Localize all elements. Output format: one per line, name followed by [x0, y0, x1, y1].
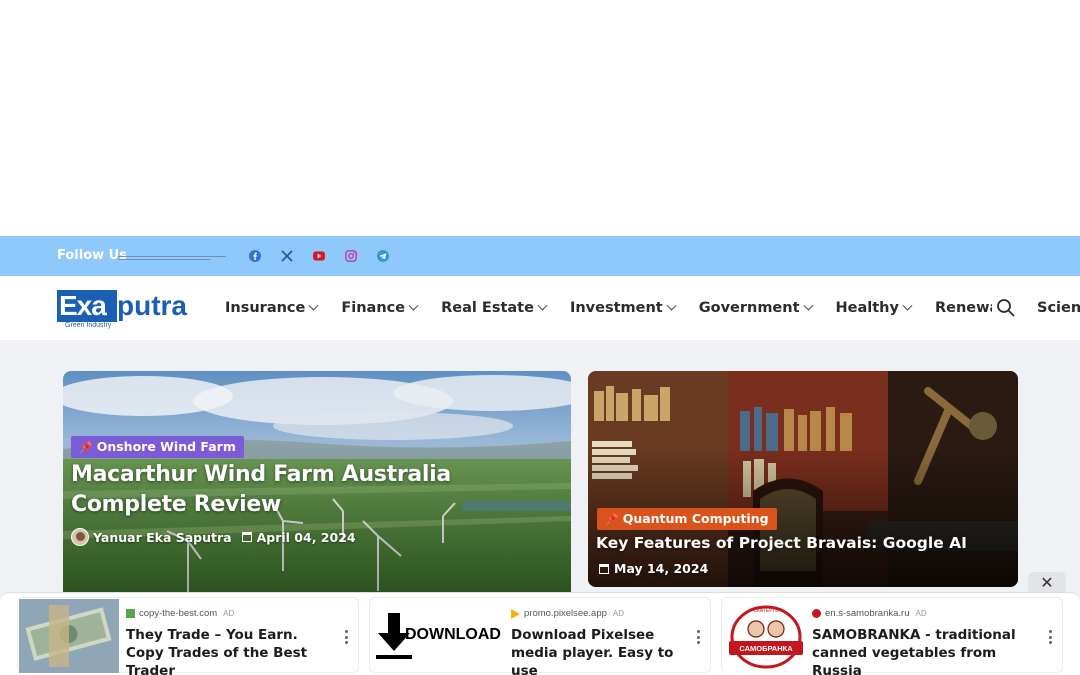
follow-divider [118, 256, 226, 257]
nav-menu: Insurance Finance Real Estate Investment… [225, 276, 992, 340]
samobranka-thumb-text: САМОБРАНКА [739, 644, 793, 653]
close-icon: ✕ [1040, 575, 1054, 592]
post-date: April 04, 2024 [256, 529, 356, 545]
nav-item-finance[interactable]: Finance [341, 300, 419, 316]
ad-title[interactable]: Download Pixelsee media player. Easy to … [511, 626, 691, 675]
post-title[interactable]: Key Features of Project Bravais: Google … [596, 532, 1006, 554]
more-options-icon[interactable] [344, 630, 348, 644]
category-label: Quantum Computing [622, 511, 769, 526]
category-badge[interactable]: 📌 Quantum Computing [597, 508, 777, 530]
library-microscope-image [588, 371, 1018, 587]
instagram-icon[interactable] [345, 250, 357, 262]
ad-card[interactable]: copy-the-best.com AD They Trade – You Ear… [17, 597, 359, 675]
nav-item-label: Investment [569, 300, 663, 316]
nav-item-label: Renewable Energy [934, 300, 992, 316]
ad-domain: en.s-samobranka.ru [825, 608, 910, 619]
nav-item-investment[interactable]: Investment [569, 300, 677, 316]
chevron-down-icon [537, 300, 548, 311]
nav-item-label: Healthy [835, 300, 899, 316]
nav-item-label: Real Estate [441, 300, 534, 316]
post-meta: May 14, 2024 [599, 561, 708, 576]
logo-box-text: Exa [57, 290, 117, 322]
ad-thumbnail: DOWNLOAD [371, 599, 509, 673]
author-avatar [71, 528, 89, 546]
ad-card[interactable]: САМОБРАНКА СКАТЕРТЬ en.s-samobranka.ru AD… [721, 597, 1063, 675]
ad-source: promo.pixelsee.app AD [511, 608, 624, 619]
pin-icon: 📌 [605, 513, 619, 526]
main-navigation: Exa putra Green Industry Insurance Finan… [0, 276, 1080, 340]
chevron-down-icon [666, 300, 677, 311]
logo-rest-text: putra [117, 290, 187, 321]
nav-item-label: Insurance [225, 300, 306, 316]
author-name[interactable]: Yanuar Eka Saputra [93, 530, 232, 545]
nav-item-government[interactable]: Government [698, 300, 813, 316]
ad-source: copy-the-best.com AD [126, 608, 234, 619]
ad-title[interactable]: They Trade – You Earn. Copy Trades of th… [126, 626, 336, 675]
ad-thumbnail: САМОБРАНКА СКАТЕРТЬ [723, 599, 809, 673]
category-badge[interactable]: 📌 Onshore Wind Farm [71, 436, 244, 458]
x-icon[interactable] [281, 250, 293, 262]
top-ad-space [0, 0, 1080, 236]
social-bar: Follow Us [0, 236, 1080, 276]
post-date: May 14, 2024 [614, 561, 709, 576]
chevron-down-icon [902, 300, 913, 311]
ad-domain: promo.pixelsee.app [524, 608, 607, 619]
calendar-icon [599, 563, 609, 574]
ad-card[interactable]: DOWNLOAD promo.pixelsee.app AD Download P… [369, 597, 711, 675]
nav-item-science[interactable]: Science [1037, 276, 1080, 340]
download-thumb-text: DOWNLOAD [405, 626, 501, 643]
follow-us-label: Follow Us [57, 248, 127, 263]
chevron-down-icon [408, 300, 419, 311]
telegram-icon[interactable] [377, 250, 389, 262]
nav-item-renewable-energy[interactable]: Renewable Energy [935, 300, 992, 316]
ad-close-button[interactable]: ✕ [1028, 572, 1066, 594]
site-favicon-icon [812, 609, 821, 618]
more-options-icon[interactable] [696, 630, 700, 644]
youtube-icon[interactable] [313, 250, 325, 262]
logo-tagline: Green Industry [65, 322, 112, 329]
ad-tag: AD [223, 609, 235, 618]
more-options-icon[interactable] [1048, 630, 1052, 644]
post-meta: Yanuar Eka Saputra April 04, 2024 [71, 528, 356, 546]
ad-source: en.s-samobranka.ru AD [812, 608, 927, 619]
samobranka-thumb-subtext: СКАТЕРТЬ [753, 608, 779, 614]
featured-post-card[interactable]: 📌 Onshore Wind Farm Macarthur Wind Farm A… [63, 371, 571, 601]
nav-item-healthy[interactable]: Healthy [835, 300, 913, 316]
ad-title[interactable]: SAMOBRANKA - traditional canned vegetabl… [812, 626, 1042, 675]
follow-divider [118, 259, 210, 260]
pin-icon: 📌 [79, 441, 93, 454]
ad-thumbnail [19, 599, 119, 673]
ad-tag: AD [915, 609, 927, 618]
facebook-icon[interactable] [249, 250, 261, 262]
featured-post-card[interactable]: 📌 Quantum Computing Key Features of Proje… [588, 371, 1018, 587]
ad-domain: copy-the-best.com [139, 608, 218, 619]
calendar-icon [241, 532, 252, 542]
site-favicon-icon [126, 609, 135, 618]
nav-item-label: Government [698, 300, 800, 316]
nav-item-label: Finance [341, 300, 406, 316]
bottom-ad-bar: copy-the-best.com AD They Trade – You Ear… [0, 592, 1080, 675]
chevron-down-icon [803, 300, 813, 311]
play-icon [511, 608, 520, 619]
nav-item-insurance[interactable]: Insurance [225, 300, 319, 316]
ad-tag: AD [612, 609, 625, 618]
nav-item-real-estate[interactable]: Real Estate [441, 300, 548, 316]
site-logo[interactable]: Exa putra Green Industry [57, 290, 193, 329]
search-icon[interactable] [996, 298, 1016, 318]
chevron-down-icon [308, 300, 319, 311]
category-label: Onshore Wind Farm [96, 439, 236, 454]
post-title[interactable]: Macarthur Wind Farm Australia Complete R… [71, 460, 561, 520]
